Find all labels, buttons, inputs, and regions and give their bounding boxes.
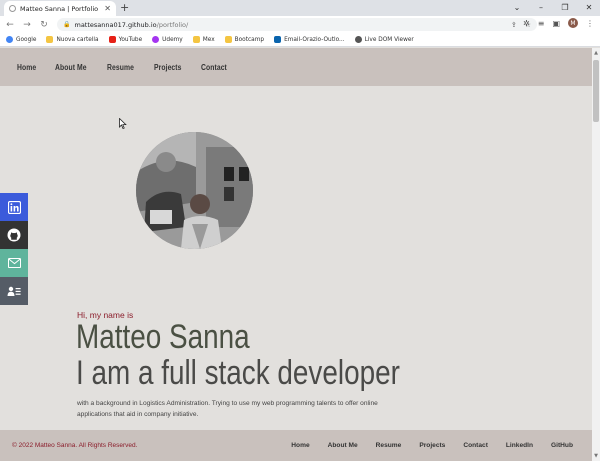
scroll-down-icon[interactable]: ▼ xyxy=(592,453,600,459)
bookmark-google[interactable]: Google xyxy=(6,36,36,43)
youtube-icon xyxy=(108,36,116,43)
github-link[interactable] xyxy=(0,221,28,249)
back-icon[interactable]: ← xyxy=(3,20,17,30)
bookmark-label: Live DOM Viewer xyxy=(364,36,414,43)
browser-tab-bar: Matteo Sanna | Portfolio ✕ + ⌄ – ❐ ✕ xyxy=(0,0,600,16)
hero-bio: with a background in Logistics Administr… xyxy=(77,400,378,418)
profile-avatar[interactable]: M xyxy=(568,18,578,28)
browser-toolbar: ← → ↻ 🔒 mattesanna017.github.io/portfoli… xyxy=(0,16,600,33)
bookmark-youtube[interactable]: YouTube xyxy=(108,36,143,43)
scroll-up-icon[interactable]: ▲ xyxy=(592,50,600,56)
page-scrollbar[interactable]: ▲ ▼ xyxy=(592,48,600,461)
folder-icon xyxy=(192,36,200,43)
email-link[interactable] xyxy=(0,249,28,277)
hero-role: I am a full stack developer xyxy=(76,354,400,392)
footer-link-contact[interactable]: Contact xyxy=(463,442,488,449)
reading-list-icon[interactable]: ≡ xyxy=(538,19,545,28)
outlook-icon xyxy=(274,36,282,43)
menu-icon[interactable]: ⋮ xyxy=(586,19,594,28)
bookmark-nuova-cartella[interactable]: Nuova cartella xyxy=(46,36,99,43)
nav-projects[interactable]: Projects xyxy=(154,63,182,72)
side-panel-icon[interactable]: ▣ xyxy=(552,19,560,28)
toolbar-actions: ✲ ≡ ▣ M ⋮ xyxy=(523,18,594,28)
bookmark-udemy[interactable]: Udemy xyxy=(152,36,183,43)
footer-link-projects[interactable]: Projects xyxy=(419,442,445,449)
footer-link-home[interactable]: Home xyxy=(291,442,309,449)
footer-link-linkedin[interactable]: LinkedIn xyxy=(506,442,533,449)
favicon-icon xyxy=(9,5,16,12)
bookmark-label: Udemy xyxy=(162,36,183,43)
mouse-cursor-icon xyxy=(119,118,127,129)
nav-contact[interactable]: Contact xyxy=(201,63,227,72)
close-tab-icon[interactable]: ✕ xyxy=(104,4,111,13)
site-nav: Home About Me Resume Projects Contact xyxy=(0,48,592,86)
url-path: /portfolio/ xyxy=(156,20,189,29)
bookmark-bootcamp[interactable]: Bootcamp xyxy=(224,36,265,43)
folder-icon xyxy=(224,36,232,43)
bookmark-label: Google xyxy=(16,36,37,43)
bookmark-email-outlook[interactable]: Email-Orazio-Outlo... xyxy=(274,36,345,43)
window-controls: ⌄ – ❐ ✕ xyxy=(512,0,594,14)
hero-name: Matteo Sanna xyxy=(76,318,250,356)
bookmark-label: Email-Orazio-Outlo... xyxy=(284,36,345,43)
folder-icon xyxy=(46,36,54,43)
bookmarks-bar: Google Nuova cartella YouTube Udemy Mex … xyxy=(0,33,600,47)
share-icon[interactable]: ⇪ xyxy=(511,21,517,29)
nav-about-me[interactable]: About Me xyxy=(55,63,87,72)
social-sidebar xyxy=(0,193,28,305)
url-text: mattesanna017.github.io/portfolio/ xyxy=(74,21,188,29)
bookmark-label: Bootcamp xyxy=(234,36,265,43)
chevron-down-icon[interactable]: ⌄ xyxy=(512,3,522,12)
address-bar[interactable]: 🔒 mattesanna017.github.io/portfolio/ ⇪ ☆ xyxy=(57,18,537,31)
forward-icon[interactable]: → xyxy=(20,20,34,30)
reload-icon[interactable]: ↻ xyxy=(37,20,51,30)
browser-tab[interactable]: Matteo Sanna | Portfolio ✕ xyxy=(4,1,116,16)
linkedin-icon xyxy=(7,200,21,214)
close-window-icon[interactable]: ✕ xyxy=(584,3,594,12)
envelope-icon xyxy=(7,258,21,268)
new-tab-icon[interactable]: + xyxy=(120,1,129,14)
bookmark-label: Mex xyxy=(202,36,215,43)
minimize-icon[interactable]: – xyxy=(536,3,546,12)
site-footer: © 2022 Matteo Sanna. All Rights Reserved… xyxy=(0,430,592,461)
restore-icon[interactable]: ❐ xyxy=(560,3,570,12)
bookmark-mex[interactable]: Mex xyxy=(192,36,215,43)
profile-photo xyxy=(136,132,253,249)
globe-icon xyxy=(354,36,362,43)
nav-home[interactable]: Home xyxy=(17,63,36,72)
bookmark-live-dom-viewer[interactable]: Live DOM Viewer xyxy=(354,36,414,43)
google-icon xyxy=(6,36,13,43)
footer-link-resume[interactable]: Resume xyxy=(376,442,402,449)
url-host: mattesanna017.github.io xyxy=(74,20,157,29)
extensions-icon[interactable]: ✲ xyxy=(523,19,530,28)
linkedin-link[interactable] xyxy=(0,193,28,221)
bookmark-label: YouTube xyxy=(118,36,143,43)
copyright-text: © 2022 Matteo Sanna. All Rights Reserved… xyxy=(12,442,138,449)
scrollbar-thumb[interactable] xyxy=(593,60,599,122)
github-icon xyxy=(7,228,21,242)
footer-link-about-me[interactable]: About Me xyxy=(328,442,358,449)
tab-title: Matteo Sanna | Portfolio xyxy=(20,4,99,13)
contact-card-icon xyxy=(7,286,21,296)
footer-link-github[interactable]: GitHub xyxy=(551,442,573,449)
lock-icon: 🔒 xyxy=(63,21,71,28)
udemy-icon xyxy=(152,36,160,43)
contact-card-link[interactable] xyxy=(0,277,28,305)
nav-resume[interactable]: Resume xyxy=(107,63,134,72)
page-viewport: Home About Me Resume Projects Contact Hi… xyxy=(0,48,592,461)
bookmark-label: Nuova cartella xyxy=(56,36,99,43)
footer-links: Home About Me Resume Projects Contact Li… xyxy=(291,442,573,449)
